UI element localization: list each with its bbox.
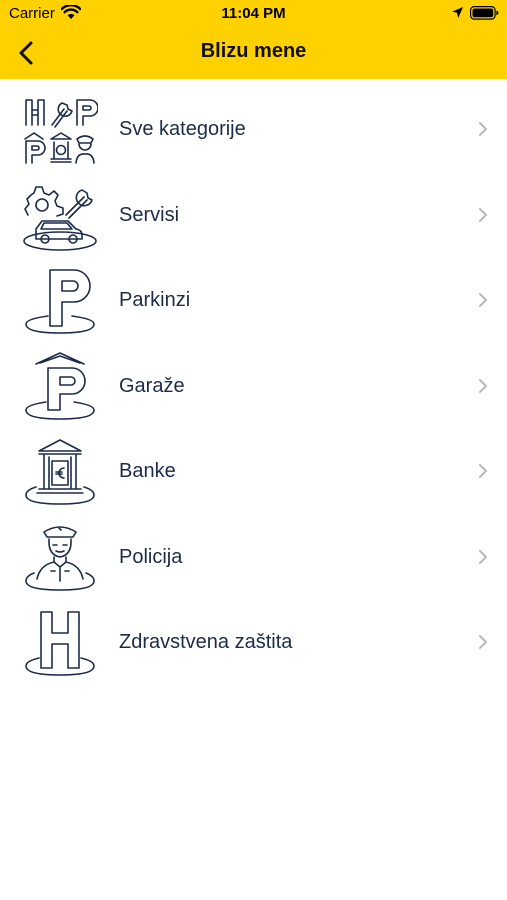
top-bar: Carrier 11:04 PM Blizu mene <box>0 0 507 79</box>
list-item-label: Sve kategorije <box>119 118 246 140</box>
garage-icon <box>25 351 95 420</box>
list-item-parkinzi[interactable]: Parkinzi <box>0 258 507 344</box>
list-item-policija[interactable]: Policija <box>0 515 507 601</box>
chevron-right-icon <box>479 635 487 649</box>
police-icon <box>25 525 95 591</box>
parking-icon <box>25 269 95 334</box>
status-time: 11:04 PM <box>221 5 286 22</box>
car-service-icon <box>23 185 97 251</box>
list-item-label: Parkinzi <box>119 289 191 311</box>
list-item-zdravstvena-zastita[interactable]: Zdravstvena zaštita <box>0 600 507 686</box>
chevron-right-icon <box>479 549 487 564</box>
list-item-banke[interactable]: Banke <box>0 429 507 515</box>
location-arrow-icon <box>452 7 463 18</box>
chevron-right-icon <box>479 378 487 393</box>
category-list: Sve kategorije Servisi Parkinzi Garaže B… <box>0 87 507 686</box>
chevron-right-icon <box>479 122 487 136</box>
page-title: Blizu mene <box>200 40 307 62</box>
list-item-garaze[interactable]: Garaže <box>0 344 507 430</box>
hospital-icon <box>25 611 95 676</box>
chevron-right-icon <box>479 464 487 478</box>
list-item-servisi[interactable]: Servisi <box>0 173 507 259</box>
battery-icon <box>470 6 499 20</box>
list-item-label: Servisi <box>119 203 180 226</box>
list-item-label: Banke <box>119 460 176 482</box>
list-item-all-categories[interactable]: Sve kategorije <box>0 87 507 173</box>
all-categories-icon <box>24 99 98 164</box>
list-item-label: Zdravstvena zaštita <box>119 631 293 653</box>
list-item-label: Garaže <box>119 374 185 397</box>
chevron-right-icon <box>479 293 487 307</box>
status-bar: Carrier 11:04 PM <box>0 0 507 28</box>
list-item-label: Policija <box>119 545 183 568</box>
bank-icon <box>25 439 95 505</box>
chevron-right-icon <box>479 207 487 222</box>
